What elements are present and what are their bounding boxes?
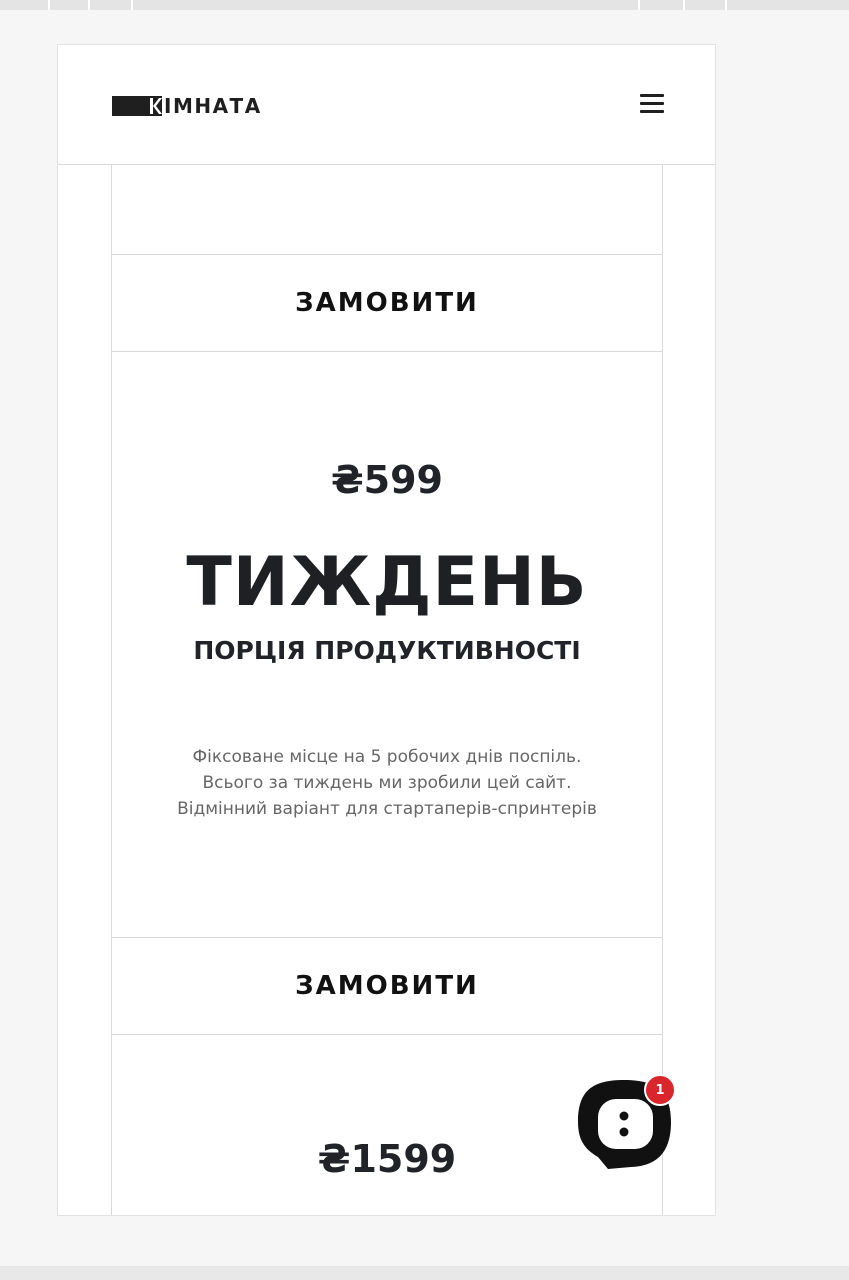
logo-text: ІМНАТА (164, 94, 262, 118)
divider (112, 1034, 662, 1035)
chat-notification-badge: 1 (644, 1074, 676, 1106)
plan-description-line: Фіксоване місце на 5 робочих днів поспіл… (192, 747, 582, 767)
logo-k-mark (148, 96, 162, 116)
mobile-viewport: ІМНАТА ЗАМОВИТИ ₴599 ТИЖДЕНЬ ПОРЦІЯ ПРОД… (57, 44, 716, 1216)
plan-description-line: Всього за тиждень ми зробили цей сайт. (202, 773, 572, 793)
plan-subtitle: ПОРЦІЯ ПРОДУКТИВНОСТІ (193, 636, 581, 665)
plan-title: ТИЖДЕНЬ (186, 543, 588, 622)
browser-bottom-strip (0, 1266, 849, 1280)
pricing-column: ЗАМОВИТИ ₴599 ТИЖДЕНЬ ПОРЦІЯ ПРОДУКТИВНО… (111, 165, 663, 1215)
plan-description-line: Відмінний варіант для стартаперів-спринт… (177, 799, 597, 819)
strip-divider (725, 0, 727, 10)
plan-description: Фіксоване місце на 5 робочих днів поспіл… (112, 744, 662, 822)
order-button[interactable]: ЗАМОВИТИ (112, 255, 662, 351)
plan-price: ₴599 (331, 458, 443, 502)
order-button[interactable]: ЗАМОВИТИ (112, 938, 662, 1034)
brand-logo[interactable]: ІМНАТА (112, 94, 262, 118)
strip-divider (683, 0, 685, 10)
strip-divider (131, 0, 133, 10)
site-header: ІМНАТА (58, 45, 715, 165)
strip-divider (638, 0, 640, 10)
logo-block (112, 96, 148, 116)
browser-top-strip (0, 0, 849, 10)
divider (112, 351, 662, 352)
hamburger-menu-icon[interactable] (640, 93, 664, 115)
strip-divider (88, 0, 90, 10)
strip-divider (48, 0, 50, 10)
